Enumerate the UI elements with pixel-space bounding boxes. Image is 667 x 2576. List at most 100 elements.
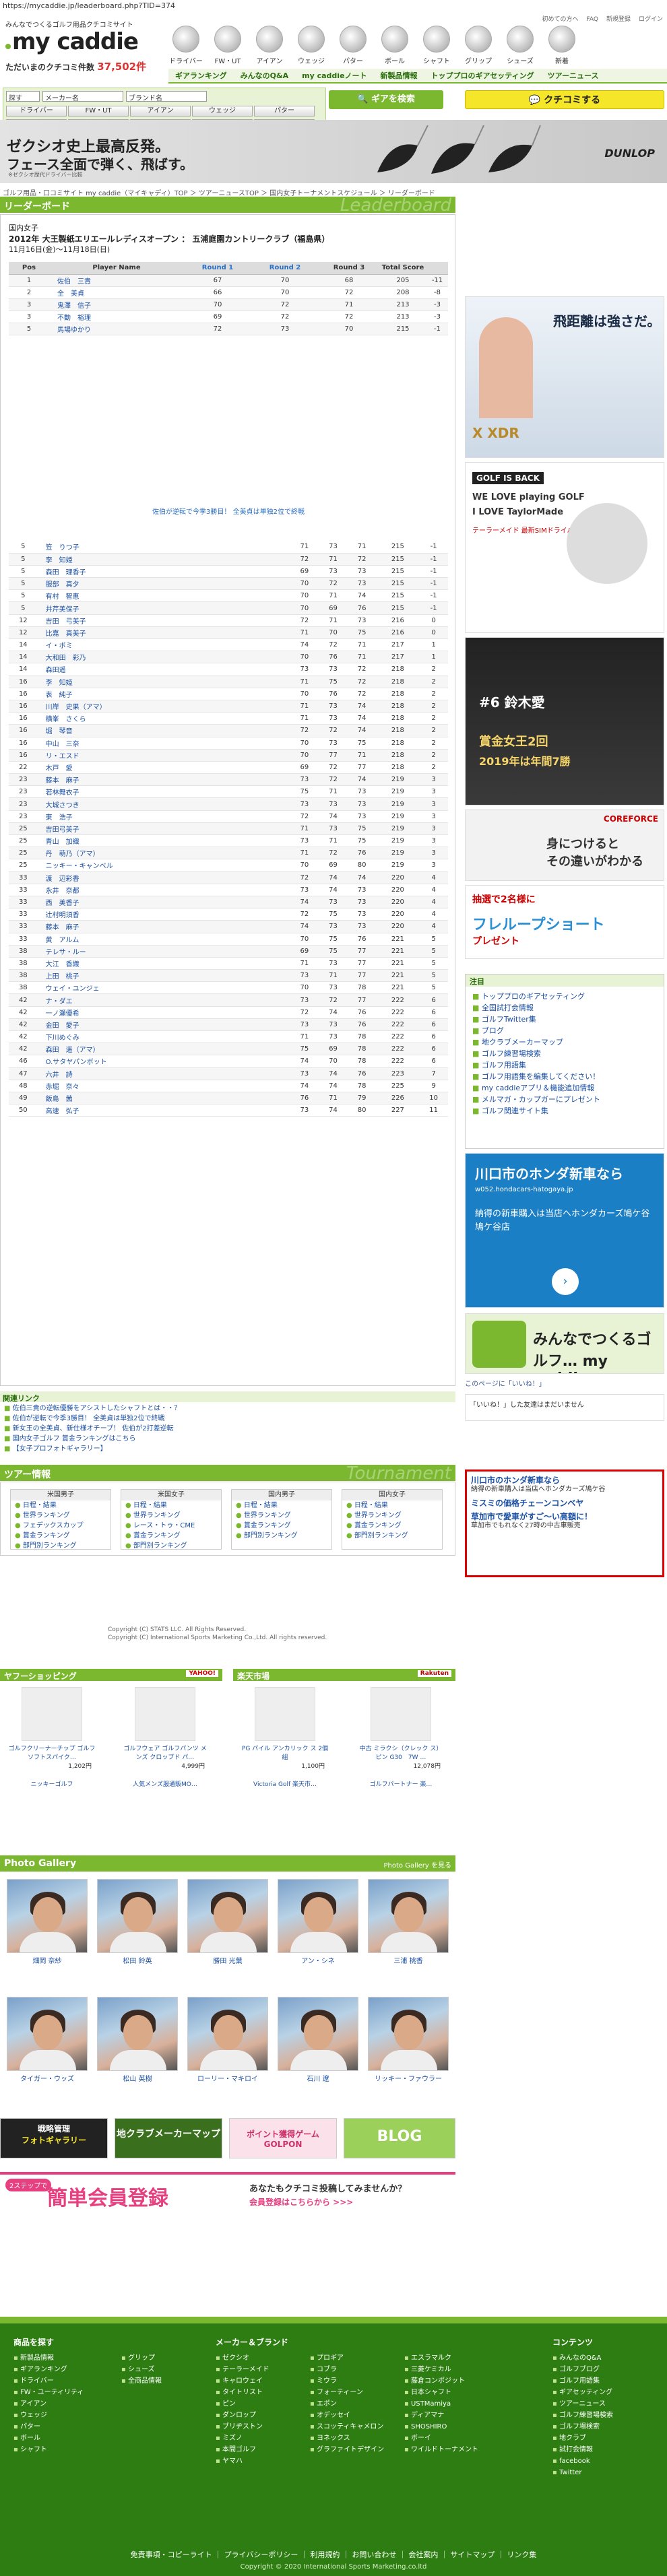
player-name[interactable]: O.サタヤパンボット [37, 1055, 290, 1068]
player-caption[interactable]: アン・シネ [278, 1955, 358, 1965]
footer-link[interactable]: リンク集 [507, 2550, 536, 2559]
sidebar-link[interactable]: ゴルフ用語集 [466, 1059, 664, 1071]
category-シューズ[interactable]: シューズ [499, 24, 541, 67]
tour-link[interactable]: 賞金ランキング [11, 1531, 110, 1541]
related-link[interactable]: 佐伯が逆転で今季3勝目！ 全美貞は単独2位で終戦 [4, 1414, 181, 1424]
player-name[interactable]: 堀 琴音 [37, 724, 290, 737]
sidebar-link[interactable]: ゴルフ関連サイト集 [466, 1105, 664, 1117]
footer-link[interactable]: 日本シャフト [404, 2387, 478, 2398]
player-name[interactable]: 馬場ゆかり [49, 323, 184, 336]
player-name[interactable]: 大江 香織 [37, 957, 290, 970]
footer-link[interactable]: コブラ [310, 2364, 384, 2375]
brand-select[interactable]: ブランド名 [126, 91, 207, 102]
player-name[interactable]: 有村 智恵 [37, 589, 290, 603]
product-name[interactable]: PG パイル アンカリック ス 2個組 [241, 1744, 329, 1761]
tour-link[interactable]: 賞金ランキング [232, 1521, 331, 1531]
footer-link[interactable]: ディアマナ [404, 2410, 478, 2421]
gallery-photo[interactable]: リッキー・ファウラー [368, 1997, 449, 2083]
footer-link[interactable]: みんなのQ&A [552, 2352, 613, 2364]
player-caption[interactable]: リッキー・ファウラー [368, 2073, 449, 2083]
footer-link[interactable]: 地クラブ [552, 2433, 613, 2444]
footer-link[interactable]: ワイルドトーナメント [404, 2444, 478, 2455]
footer-link[interactable]: ボール [13, 2433, 84, 2444]
product-name[interactable]: 中古 ミラクシ（クレック ス）ピン G30 7W … [357, 1744, 445, 1761]
shop-name[interactable]: Victoria Golf 楽天市… [241, 1779, 329, 1788]
player-name[interactable]: 青山 加織 [37, 834, 290, 848]
player-name[interactable]: 吉田弓美子 [37, 822, 290, 836]
player-name[interactable]: 飯島 茜 [37, 1092, 290, 1105]
footer-link[interactable]: ミズノ [216, 2433, 288, 2444]
golpon-promo[interactable]: ポイント獲得ゲーム GOLPON [229, 2118, 337, 2158]
gallery-photo[interactable]: タイガー・ウッズ [7, 1997, 88, 2083]
footer-link[interactable]: ゴルフ場検索 [552, 2421, 613, 2433]
related-link[interactable]: 佐伯三貴の逆転優勝をアシストしたシャフトとは・・？ [4, 1403, 181, 1414]
player-caption[interactable]: 松山 英樹 [97, 2073, 178, 2083]
footer-link[interactable]: エポン [310, 2398, 384, 2410]
player-name[interactable]: 表 純子 [37, 688, 290, 700]
nav-item[interactable]: みんなのQ&A [241, 70, 288, 81]
footer-link[interactable]: 全商品情報 [121, 2375, 162, 2387]
tour-link[interactable]: 日程・結果 [342, 1500, 442, 1511]
tour-link[interactable]: 賞金ランキング [342, 1521, 442, 1531]
search-category-button[interactable]: アイアン [130, 106, 191, 117]
footer-link[interactable]: ドライバー [13, 2375, 84, 2387]
player-name[interactable]: 鬼澤 信子 [49, 298, 184, 312]
tour-link[interactable]: 日程・結果 [232, 1500, 331, 1511]
category-パター[interactable]: パター [332, 24, 374, 67]
search-category-button[interactable]: ウェッジ [192, 106, 253, 117]
player-name[interactable]: 永井 奈都 [37, 884, 290, 896]
rakuten-header[interactable]: 楽天市場 Rakuten [233, 1669, 455, 1681]
footer-link[interactable]: スコッティキャメロン [310, 2421, 384, 2433]
gallery-photo[interactable]: 石川 遼 [278, 1997, 358, 2083]
footer-link[interactable]: シャフト [13, 2444, 84, 2455]
footer-link[interactable]: 三菱ケミカル [404, 2364, 478, 2375]
player-photo[interactable] [7, 1997, 88, 2071]
footer-link[interactable]: Twitter [552, 2467, 613, 2478]
footer-link[interactable]: シューズ [121, 2364, 162, 2375]
footer-link[interactable]: ゴルフ用語集 [552, 2375, 613, 2387]
player-name[interactable]: 金田 愛子 [37, 1018, 290, 1032]
shop-item[interactable]: ゴルフクリーナーチップ ゴルフ ソフトスパイク… 1,202円 ニッキーゴルフ [8, 1687, 96, 1788]
player-photo[interactable] [187, 1997, 268, 2071]
top-banner-ad[interactable]: ゼクシオ史上最高反発。 フェース全面で弾く、飛ばす。 ※ゼクシオ歴代ドライバー比… [0, 120, 667, 183]
player-name[interactable]: 森田 理香子 [37, 565, 290, 579]
footer-link[interactable]: 免責事項・コピーライト [131, 2550, 212, 2559]
player-name[interactable]: ナ・ダエ [37, 993, 290, 1007]
text-ad-box[interactable]: 川口市のホンダ新車なら 納得の新車購入は当店へホンダカーズ鳩ケ谷 ミスミの価格チ… [465, 1469, 664, 1577]
player-name[interactable]: 森田遥 [37, 663, 290, 676]
player-caption[interactable]: 三浦 桃香 [368, 1955, 449, 1965]
player-caption[interactable]: ローリー・マキロイ [187, 2073, 268, 2083]
mycaddie-banner[interactable]: みんなでつくるゴルフ… my caddie [465, 1313, 664, 1374]
shop-item[interactable]: ゴルフウェア ゴルフパンツ メンズ クロップド パ… 4,999円 人気メンズ服通販… [121, 1687, 209, 1788]
nav-item[interactable]: ツアーニュース [548, 70, 599, 81]
gallery-photo[interactable]: 畑岡 奈紗 [7, 1879, 88, 1965]
player-name[interactable]: 李 知姫 [37, 675, 290, 688]
honda-ad[interactable]: 川口市のホンダ新車なら w052.hondacars-hatogaya.jp 納… [465, 1153, 664, 1308]
footer-link[interactable]: USTMamiya [404, 2398, 478, 2410]
shop-name[interactable]: ゴルフパートナー 楽… [357, 1779, 445, 1788]
tour-link[interactable]: 世界ランキング [342, 1511, 442, 1521]
player-name[interactable]: 西 美香子 [37, 896, 290, 909]
footer-link[interactable]: 新製品情報 [13, 2352, 84, 2364]
footer-link[interactable]: 利用規約 [310, 2550, 340, 2559]
review-button[interactable]: 💬 クチコミする [465, 90, 664, 109]
url-bar[interactable]: https://mycaddie.jp/leaderboard.php?TID=… [0, 0, 667, 12]
footer-link[interactable]: ツアーニュース [552, 2398, 613, 2410]
gallery-photo[interactable]: 三浦 桃香 [368, 1879, 449, 1965]
gallery-photo[interactable]: アン・シネ [278, 1879, 358, 1965]
category-ボール[interactable]: ボール [374, 24, 416, 67]
gallery-photo[interactable]: ローリー・マキロイ [187, 1997, 268, 2083]
gallery-photo[interactable]: 松田 鈴英 [97, 1879, 178, 1965]
category-FW・UT[interactable]: FW・UT [207, 24, 249, 67]
player-name[interactable]: 笠 りつ子 [37, 541, 290, 554]
footer-link[interactable]: ブリヂストン [216, 2421, 288, 2433]
search-category-button[interactable]: ドライバー [6, 106, 67, 117]
tour-link[interactable]: 賞金ランキング [121, 1531, 221, 1541]
tour-link[interactable]: レース・トゥ・CME [121, 1521, 221, 1531]
category-ドライバー[interactable]: ドライバー [165, 24, 207, 67]
site-logo[interactable]: my caddie [5, 28, 139, 55]
footer-link[interactable]: facebook [552, 2455, 613, 2467]
sidebar-link[interactable]: 地クラブメーカーマップ [466, 1036, 664, 1048]
photo-gallery-promo[interactable]: 戦略管理 フォトギャラリー [0, 2118, 108, 2158]
top-link[interactable]: FAQ [587, 16, 598, 23]
